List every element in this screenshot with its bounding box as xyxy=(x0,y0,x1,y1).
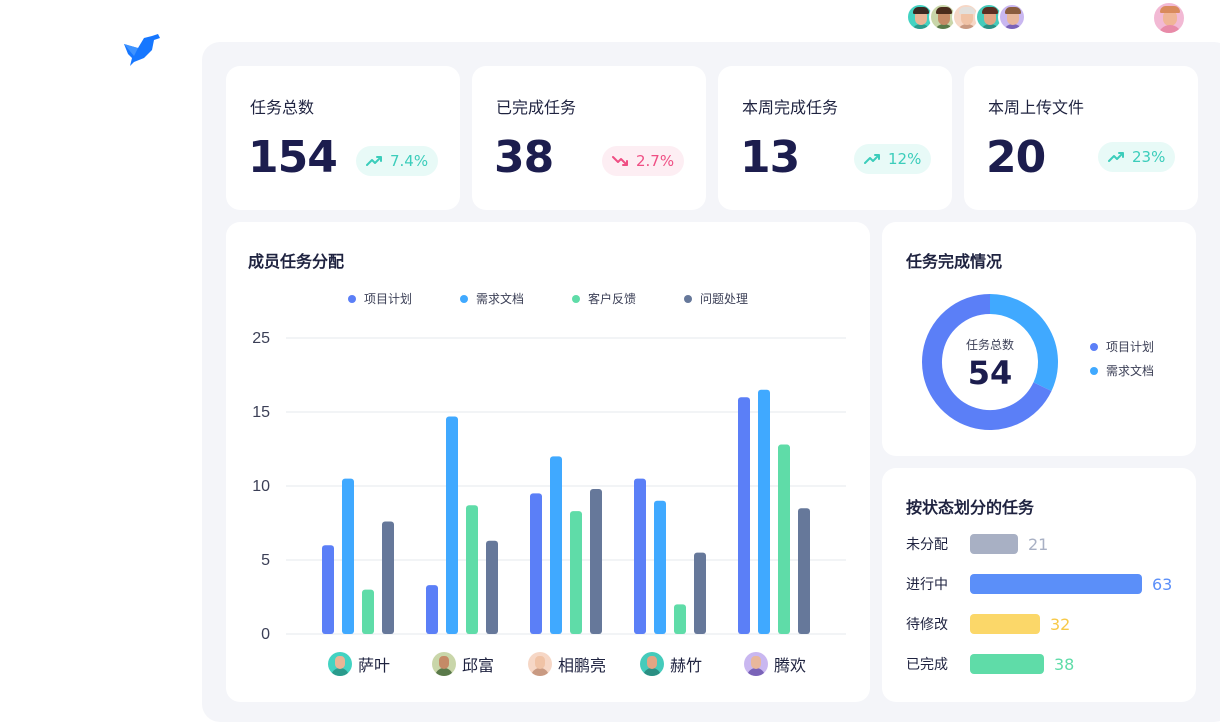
status-label: 待修改 xyxy=(906,617,948,633)
trend-badge-down: 2.7% xyxy=(602,146,685,176)
stat-value: 20 xyxy=(986,132,1046,183)
bar-issues[interactable] xyxy=(486,540,498,634)
status-label: 未分配 xyxy=(906,537,948,553)
bar-feedback[interactable] xyxy=(570,511,582,634)
bar-docs[interactable] xyxy=(446,416,458,634)
member-label: 腾欢 xyxy=(744,652,806,676)
bar-issues[interactable] xyxy=(382,521,394,634)
stat-value: 13 xyxy=(740,132,800,183)
stat-title: 本周完成任务 xyxy=(742,98,839,117)
status-breakdown-card: 按状态划分的任务 未分配 21 进行中 63 待修改 32 已完成 38 xyxy=(882,468,1196,702)
bar-docs[interactable] xyxy=(654,500,666,634)
y-tick-label: 10 xyxy=(252,478,270,495)
bird-logo-icon[interactable] xyxy=(122,32,162,68)
status-value: 32 xyxy=(1050,614,1071,634)
member-label: 相鹏亮 xyxy=(528,652,606,676)
status-row-to-revise[interactable]: 待修改 32 xyxy=(906,614,1070,634)
member-bar-chart: 0 5 10 15 25 xyxy=(252,330,846,643)
y-tick-label: 5 xyxy=(261,552,270,569)
bar-docs[interactable] xyxy=(550,456,562,634)
member-task-chart-card: 成员任务分配 项目计划 需求文档 客户反馈 问题处理 0 5 10 15 25 萨叶 邱… xyxy=(226,222,870,702)
status-label: 进行中 xyxy=(906,577,948,593)
bar-issues[interactable] xyxy=(590,488,602,634)
status-row-unassigned[interactable]: 未分配 21 xyxy=(906,534,1048,554)
donut-center-value: 54 xyxy=(967,354,1013,392)
legend-item-plan[interactable]: 项目计划 xyxy=(1090,338,1154,355)
section-title: 按状态划分的任务 xyxy=(906,498,1035,517)
status-value: 63 xyxy=(1152,574,1173,594)
stat-card-completed[interactable]: 已完成任务 38 2.7% xyxy=(472,66,706,210)
y-tick-label: 0 xyxy=(261,626,270,643)
team-avatars[interactable] xyxy=(906,3,1026,33)
status-row-done[interactable]: 已完成 38 xyxy=(906,654,1074,674)
current-user-avatar[interactable] xyxy=(1152,1,1186,35)
bar-plan[interactable] xyxy=(322,545,334,634)
stat-card-total[interactable]: 任务总数 154 7.4% xyxy=(226,66,460,210)
bar-issues[interactable] xyxy=(694,552,706,634)
bar-plan[interactable] xyxy=(738,397,750,634)
member-label: 萨叶 xyxy=(328,652,390,676)
status-value: 38 xyxy=(1054,654,1075,674)
member-label: 赫竹 xyxy=(640,652,702,676)
donut-center-label: 任务总数 xyxy=(965,338,1014,352)
bar-docs[interactable] xyxy=(342,478,354,634)
stat-value: 38 xyxy=(494,132,554,183)
trend-up-icon xyxy=(864,154,880,164)
status-value: 21 xyxy=(1028,534,1049,554)
trend-value: 2.7% xyxy=(636,152,675,170)
status-bar xyxy=(970,574,1142,594)
y-tick-label: 25 xyxy=(252,330,270,347)
dashboard-panel: 任务总数 154 7.4% 已完成任务 38 2.7% 本周完成任务 13 12… xyxy=(202,42,1220,722)
bar-feedback[interactable] xyxy=(778,444,790,634)
status-bar xyxy=(970,614,1040,634)
trend-down-icon xyxy=(612,156,628,166)
status-label: 已完成 xyxy=(906,657,948,673)
trend-value: 7.4% xyxy=(390,152,429,170)
section-title: 任务完成情况 xyxy=(906,252,1003,271)
bar-docs[interactable] xyxy=(758,389,770,634)
stat-title: 本周上传文件 xyxy=(988,98,1085,117)
trend-value: 23% xyxy=(1132,148,1166,166)
trend-badge-up: 7.4% xyxy=(356,146,439,176)
bar-feedback[interactable] xyxy=(362,589,374,634)
bar-issues[interactable] xyxy=(798,508,810,634)
trend-badge-up: 12% xyxy=(854,144,932,174)
bar-feedback[interactable] xyxy=(466,505,478,634)
bar-plan[interactable] xyxy=(634,478,646,634)
stat-value: 154 xyxy=(248,132,338,183)
trend-up-icon xyxy=(1108,152,1124,162)
avatar[interactable] xyxy=(998,3,1026,31)
stat-title: 已完成任务 xyxy=(496,98,577,117)
y-tick-label: 15 xyxy=(252,404,270,421)
bar-plan[interactable] xyxy=(426,585,438,634)
status-bar xyxy=(970,654,1044,674)
legend-item-docs[interactable]: 需求文档 xyxy=(1090,362,1154,379)
trend-value: 12% xyxy=(888,150,922,168)
stat-title: 任务总数 xyxy=(250,98,315,117)
trend-up-icon xyxy=(366,156,382,166)
trend-badge-up: 23% xyxy=(1098,142,1176,172)
bar-feedback[interactable] xyxy=(674,604,686,634)
bar-plan[interactable] xyxy=(530,493,542,634)
status-row-in-progress[interactable]: 进行中 63 xyxy=(906,574,1172,594)
stat-card-week-completed[interactable]: 本周完成任务 13 12% xyxy=(718,66,952,210)
status-bar xyxy=(970,534,1018,554)
member-label: 邱富 xyxy=(432,652,494,676)
stat-card-week-uploads[interactable]: 本周上传文件 20 23% xyxy=(964,66,1198,210)
completion-donut-card: 任务完成情况 任务总数 54 项目计划 需求文档 xyxy=(882,222,1196,456)
